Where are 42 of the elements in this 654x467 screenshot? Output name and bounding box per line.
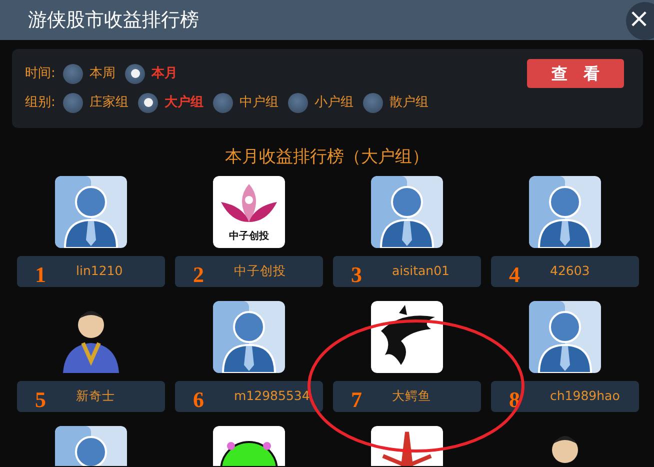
rank-number: 3	[351, 264, 363, 286]
user-silhouette-icon	[213, 301, 285, 373]
user-silhouette-icon	[529, 176, 601, 248]
filter-label: 组别:	[25, 94, 56, 112]
ranking-heading: 本月收益排行榜（大户组）	[224, 146, 430, 168]
logo-caption: 中子创投	[229, 231, 269, 242]
name-plate[interactable]: 3 aisitan01	[333, 256, 481, 287]
user-name: 新奇士	[76, 387, 115, 406]
user-name: m12985534	[234, 387, 310, 406]
name-plate[interactable]: 5 新奇士	[17, 381, 165, 412]
radio-option[interactable]: 散户组	[363, 92, 428, 112]
rank-number: 4	[509, 264, 521, 286]
name-plate[interactable]: 6 m12985534	[175, 381, 323, 412]
lotus-icon	[221, 184, 277, 222]
user-silhouette-icon	[371, 176, 443, 248]
rank-number: 7	[351, 388, 363, 410]
name-plate[interactable]: 1 lin1210	[17, 256, 165, 287]
name-plate[interactable]: 7 大鳄鱼	[333, 381, 481, 412]
radio-option[interactable]: 庄家组	[63, 92, 128, 112]
user-name: 中子创投	[234, 262, 286, 280]
rank-number: 6	[193, 388, 205, 410]
rank-number: 2	[193, 264, 205, 286]
name-plate[interactable]: 2 中子创投	[175, 256, 323, 287]
user-name: 42603	[550, 262, 590, 280]
rank-number: 1	[35, 264, 47, 286]
user-name: lin1210	[76, 262, 123, 280]
view-button[interactable]: 查 看	[527, 59, 624, 88]
filter-label: 时间:	[25, 64, 56, 83]
radio-option[interactable]: 本月	[125, 64, 178, 84]
radio-option[interactable]: 大户组	[138, 92, 204, 112]
user-silhouette-icon	[55, 176, 127, 248]
rank-number: 5	[35, 388, 47, 410]
radio-option[interactable]: 本周	[63, 64, 116, 84]
radio-option[interactable]: 中户组	[213, 92, 278, 112]
user-name: aisitan01	[392, 262, 450, 280]
name-plate[interactable]: 4 42603	[491, 256, 639, 287]
user-silhouette-icon	[529, 301, 601, 373]
dragon-image	[371, 301, 443, 373]
radio-option[interactable]: 小户组	[288, 92, 354, 112]
user-name: ch1989hao	[550, 387, 620, 406]
window-title: 游侠股市收益排行榜	[28, 8, 199, 33]
user-name: 大鳄鱼	[392, 387, 431, 406]
